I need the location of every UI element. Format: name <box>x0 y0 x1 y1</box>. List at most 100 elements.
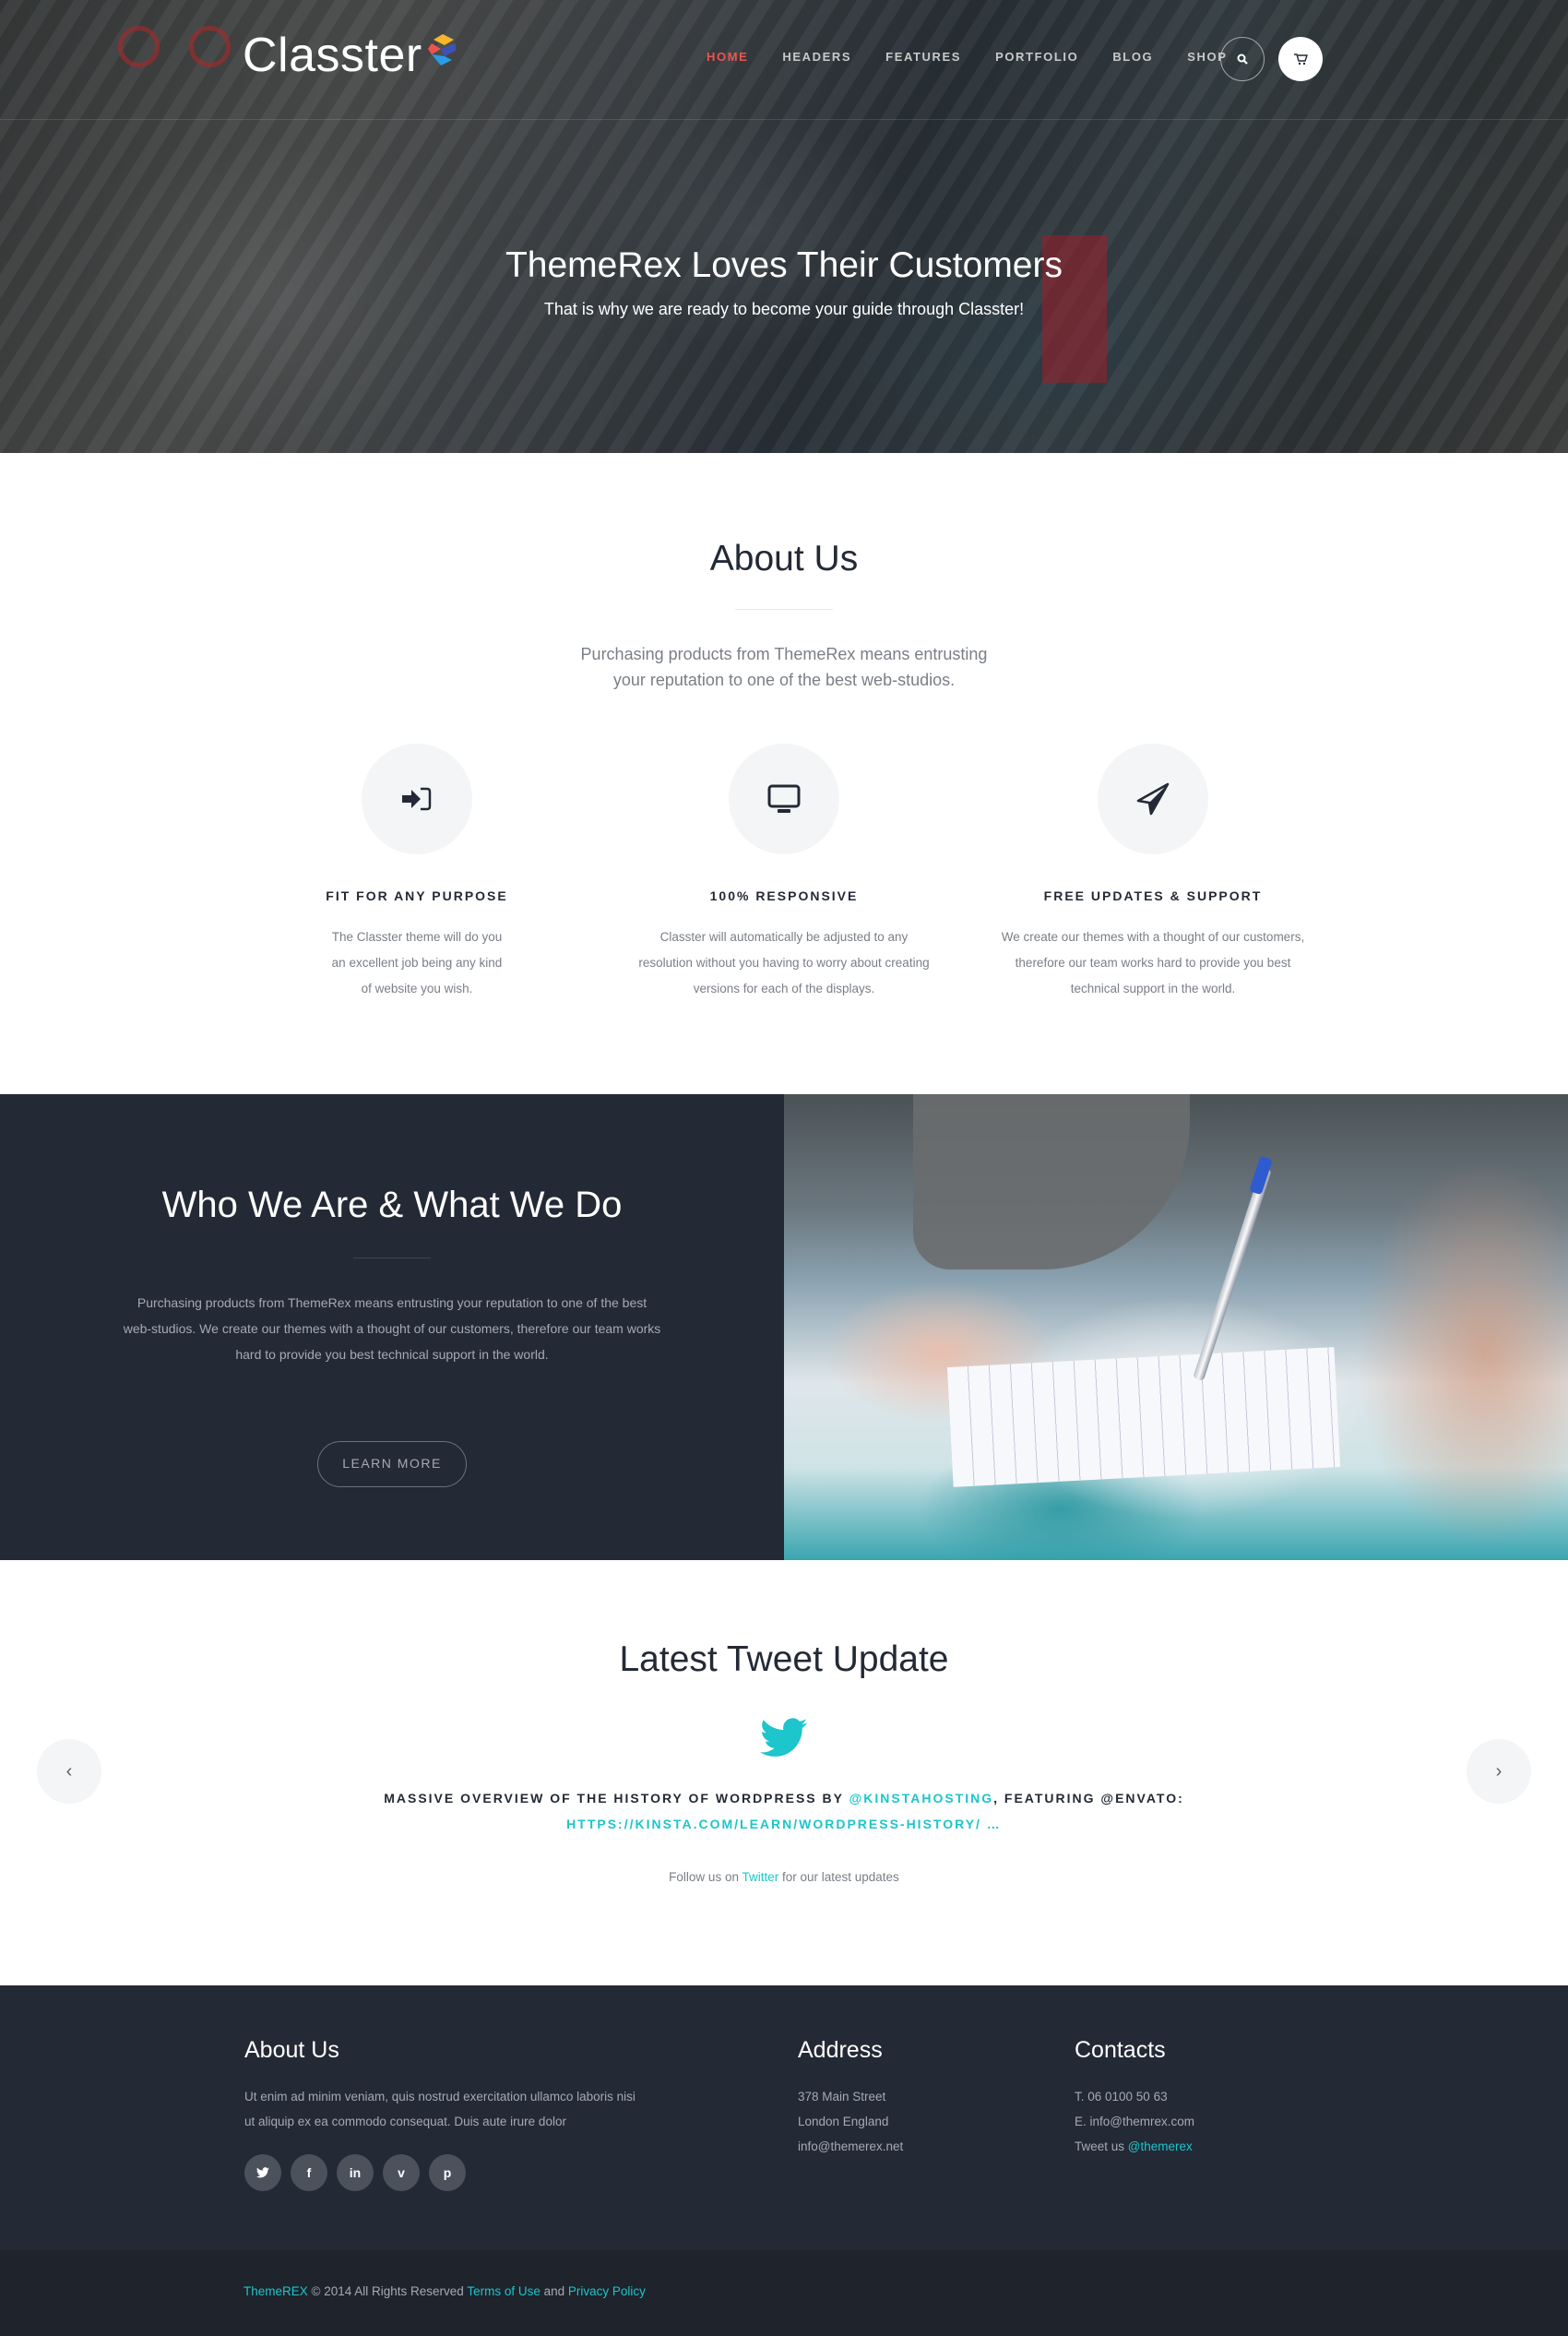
tweet-next-button[interactable]: › <box>1467 1739 1531 1804</box>
vimeo-icon: v <box>398 2165 405 2180</box>
nav-item-features[interactable]: Features <box>885 50 961 64</box>
linkedin-icon: in <box>349 2165 362 2180</box>
hero-title: ThemeRex Loves Their Customers <box>505 245 1063 285</box>
footer-about-line: Ut enim ad minim veniam, quis nostrud ex… <box>244 2090 636 2104</box>
contact-tweet-prefix: Tweet us <box>1075 2139 1128 2153</box>
follow-text-part: for our latest updates <box>778 1870 899 1884</box>
twitter-link[interactable]: Twitter <box>742 1870 778 1884</box>
footer-contacts-title: Contacts <box>1075 2037 1166 2063</box>
tweet-prev-button[interactable]: ‹ <box>37 1739 101 1804</box>
feature-text-line: resolution without you having to worry a… <box>638 956 930 970</box>
who-text-line: Purchasing products from ThemeRex means … <box>137 1295 647 1310</box>
feature-text-line: Classter will automatically be adjusted … <box>659 930 909 944</box>
contact-tweet: Tweet us @themerex <box>1075 2134 1194 2159</box>
site-header: Classter Home Headers Features Portfolio… <box>0 0 1568 120</box>
photo-detail <box>1193 1167 1272 1381</box>
twitter-icon <box>256 2167 269 2178</box>
feature-icon-circle <box>729 744 839 854</box>
social-links: f in v p <box>244 2154 636 2191</box>
follow-text: Follow us on Twitter for our latest upda… <box>0 1870 1568 1884</box>
footer-about: About Us Ut enim ad minim veniam, quis n… <box>244 1985 636 2191</box>
tweet-text-part: Massive overview of the history of WordP… <box>384 1791 849 1806</box>
twitter-bird-icon <box>760 1718 808 1757</box>
main-nav: Home Headers Features Portfolio Blog Sho… <box>707 50 1262 64</box>
feature-text-line: The Classter theme will do you <box>331 930 503 944</box>
logo-mark-icon <box>427 34 456 66</box>
who-title: Who We Are & What We Do <box>161 1185 623 1225</box>
feature-icon-circle <box>1098 744 1208 854</box>
nav-item-blog[interactable]: Blog <box>1112 50 1153 64</box>
about-lead: Purchasing products from ThemeRex means … <box>0 641 1568 693</box>
feature-title: 100% Responsive <box>709 888 859 903</box>
twitter-handle-link[interactable]: @themerex <box>1128 2139 1193 2153</box>
tweet-text: Massive overview of the history of WordP… <box>0 1785 1568 1837</box>
feature-icon-circle <box>362 744 472 854</box>
terms-link[interactable]: Terms of Use <box>467 2284 540 2298</box>
sign-in-icon <box>402 787 432 811</box>
feature-text-line: an excellent job being any kind <box>331 956 503 970</box>
who-we-are-section: Who We Are & What We Do Purchasing produ… <box>0 1094 1568 1560</box>
logo[interactable]: Classter <box>243 28 457 83</box>
learn-more-button[interactable]: Learn more <box>317 1441 467 1487</box>
cart-button[interactable] <box>1278 37 1323 81</box>
feature-text: Classter will automatically be adjusted … <box>600 924 968 1002</box>
feature-free-updates: Free updates & support We create our the… <box>968 744 1337 1002</box>
feature-responsive: 100% Responsive Classter will automatica… <box>600 744 968 1002</box>
copyright-text: ThemeREX © 2014 All Rights Reserved Term… <box>244 2284 646 2298</box>
feature-text: We create our themes with a thought of o… <box>968 924 1337 1002</box>
brand-link[interactable]: ThemeREX <box>244 2284 308 2298</box>
facebook-icon: f <box>306 2165 312 2180</box>
footer-about-line: ut aliquip ex ea commodo consequat. Duis… <box>244 2115 566 2128</box>
facebook-button[interactable]: f <box>291 2154 327 2191</box>
copyright-bar: ThemeREX © 2014 All Rights Reserved Term… <box>0 2250 1568 2336</box>
search-button[interactable] <box>1220 37 1265 81</box>
title-divider <box>735 609 833 610</box>
tweets-title: Latest Tweet Update <box>619 1639 949 1679</box>
footer-address: Address 378 Main Street London England i… <box>798 1985 903 2159</box>
pinterest-button[interactable]: p <box>429 2154 466 2191</box>
feature-text-line: technical support in the world. <box>1070 982 1236 995</box>
feature-text-line: therefore our team works hard to provide… <box>1015 956 1291 970</box>
feature-text: The Classter theme will do you an excell… <box>232 924 601 1002</box>
nav-item-portfolio[interactable]: Portfolio <box>995 50 1078 64</box>
nav-item-headers[interactable]: Headers <box>782 50 851 64</box>
photo-detail <box>913 1094 1190 1269</box>
contact-email: E. info@themrex.com <box>1075 2115 1194 2128</box>
nav-item-home[interactable]: Home <box>707 50 748 64</box>
footer: About Us Ut enim ad minim veniam, quis n… <box>0 1985 1568 2250</box>
photo-detail <box>946 1347 1341 1487</box>
feature-title: Free updates & support <box>1043 888 1263 903</box>
privacy-link[interactable]: Privacy Policy <box>568 2284 646 2298</box>
footer-contacts-lines: T. 06 0100 50 63 E. info@themrex.com Twe… <box>1075 2084 1194 2159</box>
tweet-text-part: , featuring @envato: <box>993 1791 1184 1806</box>
desktop-icon <box>767 784 801 813</box>
hero-section: Classter Home Headers Features Portfolio… <box>0 0 1568 453</box>
chevron-right-icon: › <box>1495 1760 1503 1782</box>
about-title: About Us <box>709 539 859 578</box>
feature-text-line: of website you wish. <box>361 982 473 995</box>
feature-fit-any-purpose: Fit for any purpose The Classter theme w… <box>232 744 601 1002</box>
who-text: Purchasing products from ThemeRex means … <box>106 1290 678 1367</box>
linkedin-button[interactable]: in <box>337 2154 374 2191</box>
who-text-line: web-studios. We create our themes with a… <box>123 1321 661 1336</box>
footer-about-text: Ut enim ad minim veniam, quis nostrud ex… <box>244 2084 636 2134</box>
address-email-link[interactable]: info@themerex.net <box>798 2134 903 2159</box>
follow-text-part: Follow us on <box>669 1870 742 1884</box>
search-icon <box>1237 54 1248 65</box>
feature-text-line: We create our themes with a thought of o… <box>1001 930 1305 944</box>
twitter-button[interactable] <box>244 2154 281 2191</box>
footer-about-title: About Us <box>244 2037 339 2063</box>
chevron-left-icon: ‹ <box>65 1760 73 1782</box>
who-we-are-panel: Who We Are & What We Do Purchasing produ… <box>0 1094 784 1560</box>
contact-phone: T. 06 0100 50 63 <box>1075 2090 1168 2104</box>
about-lead-line: Purchasing products from ThemeRex means … <box>580 645 988 663</box>
tweet-url-link[interactable]: https://kinsta.com/learn/wordpress-histo… <box>566 1817 1002 1831</box>
feature-text-line: versions for each of the displays. <box>693 982 875 995</box>
paper-plane-icon <box>1136 782 1170 816</box>
copyright-and: and <box>540 2284 568 2298</box>
vimeo-button[interactable]: v <box>383 2154 420 2191</box>
tweet-mention-link[interactable]: @kinstahosting <box>849 1791 994 1806</box>
footer-address-title: Address <box>798 2037 883 2063</box>
feature-title: Fit for any purpose <box>326 888 508 903</box>
pinterest-icon: p <box>443 2165 452 2180</box>
